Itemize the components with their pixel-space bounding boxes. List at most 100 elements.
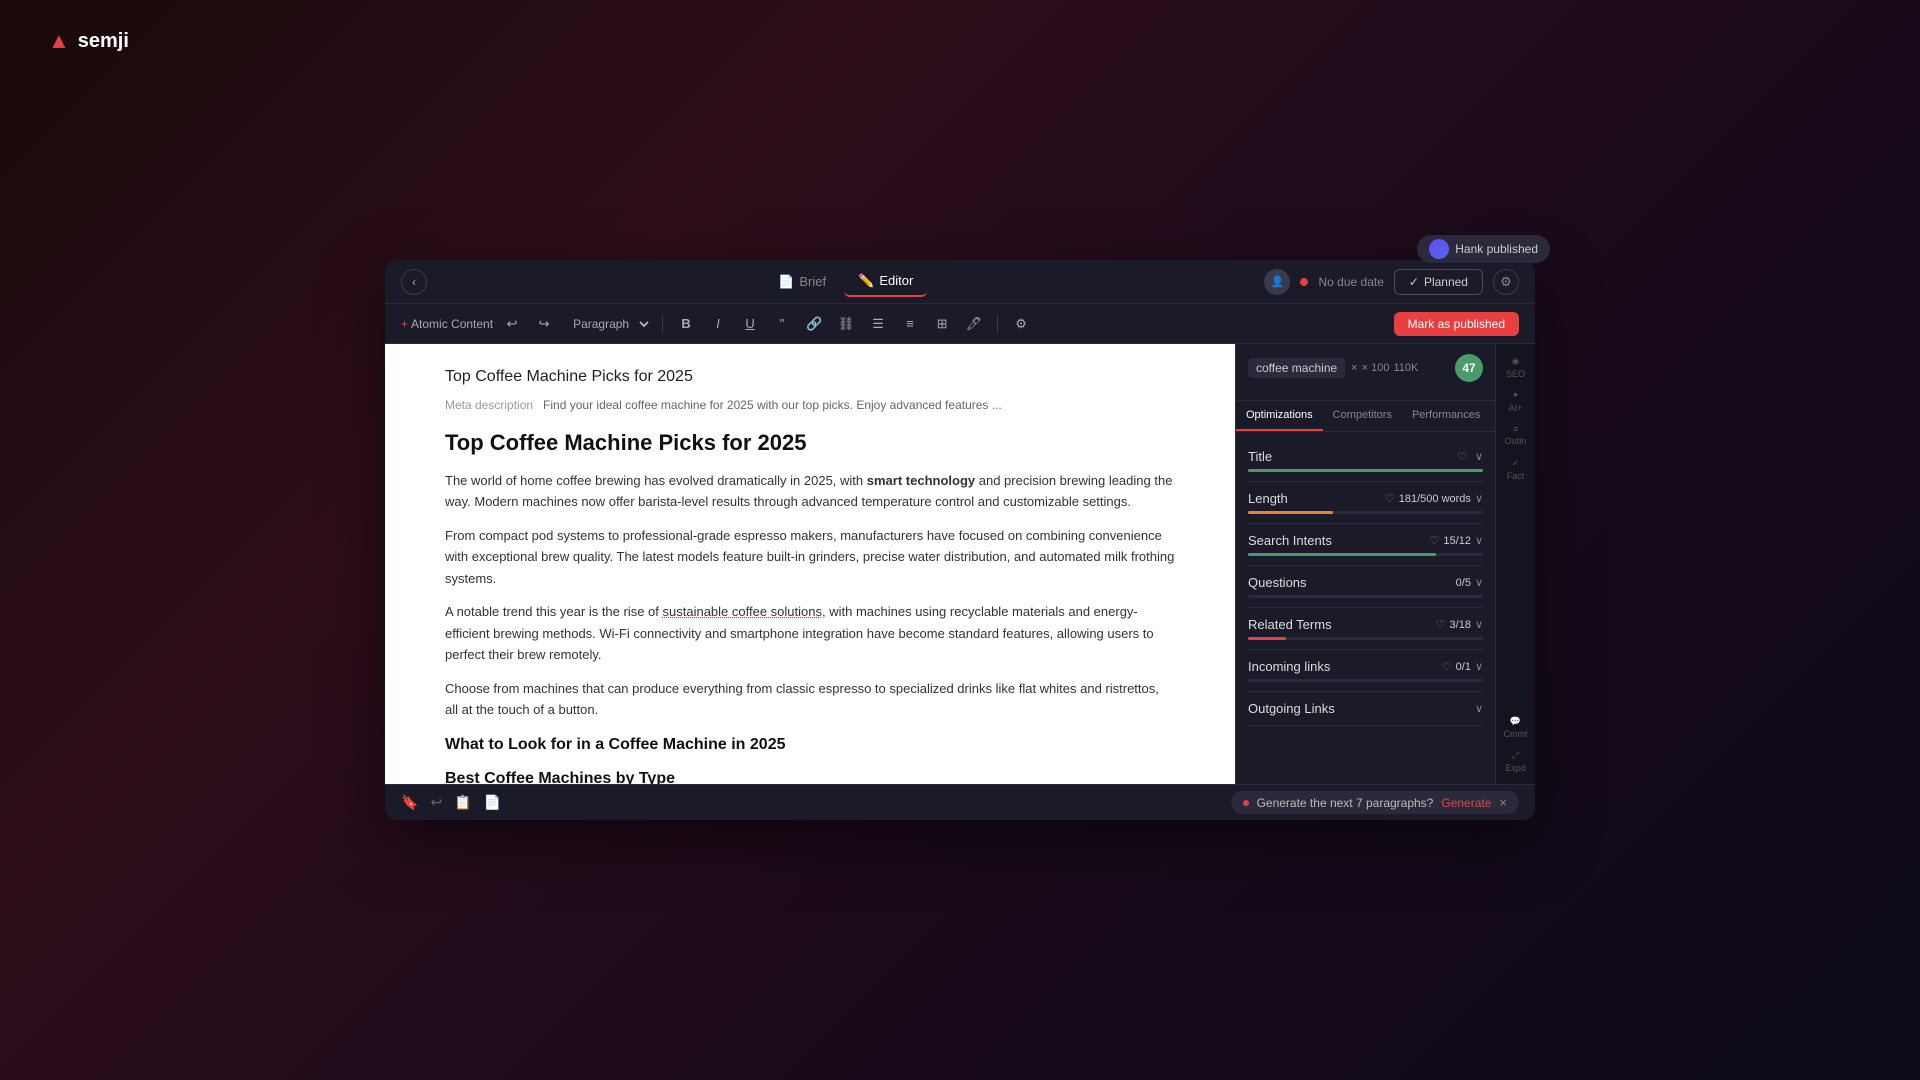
outline-button[interactable]: ≡ Outln <box>1501 420 1531 450</box>
tab-group: 📄 Brief ✏️ Editor <box>764 267 927 297</box>
chevron-icon-5: ∨ <box>1475 618 1483 631</box>
paragraph-3: A notable trend this year is the rise of… <box>445 601 1175 665</box>
editor-area[interactable]: Top Coffee Machine Picks for 2025 Meta d… <box>385 344 1235 784</box>
opt-length-header[interactable]: Length ♡ 181/500 words ∨ <box>1248 491 1483 506</box>
paragraph-1: The world of home coffee brewing has evo… <box>445 470 1175 513</box>
underline-button[interactable]: U <box>737 311 763 337</box>
opt-title-header[interactable]: Title ♡ ∨ <box>1248 449 1483 464</box>
clipboard-icon[interactable]: 📋 <box>454 794 471 811</box>
expand-label: Expd <box>1505 763 1526 773</box>
opt-search-intents-count: 15/12 <box>1443 535 1471 547</box>
bullet-list-button[interactable]: ☰ <box>865 311 891 337</box>
keyword-meta: × × 100 110K <box>1351 362 1418 374</box>
editor-icon: ✏️ <box>858 273 874 289</box>
opt-search-intents-label: Search Intents <box>1248 533 1332 548</box>
opt-search-intents-score: ♡ 15/12 ∨ <box>1430 534 1483 547</box>
ordered-list-button[interactable]: ≡ <box>897 311 923 337</box>
due-date-label: No due date <box>1318 275 1383 289</box>
generate-close-button[interactable]: × <box>1499 795 1507 810</box>
opt-item-incoming-links: Incoming links ♡ 0/1 ∨ <box>1248 650 1483 692</box>
opt-incoming-links-progress-container <box>1248 679 1483 682</box>
bold-button[interactable]: B <box>673 311 699 337</box>
opt-length-count: 181/500 words <box>1399 493 1471 505</box>
generate-link[interactable]: Generate <box>1441 796 1491 810</box>
italic-button[interactable]: I <box>705 311 731 337</box>
paragraph-4: Choose from machines that can produce ev… <box>445 678 1175 721</box>
atomic-content-button[interactable]: + Atomic Content <box>401 317 493 331</box>
opt-search-intents-header[interactable]: Search Intents ♡ 15/12 ∨ <box>1248 533 1483 548</box>
opt-length-progress-container <box>1248 511 1483 514</box>
planned-check-icon: ✓ <box>1409 275 1419 289</box>
opt-length-progress-bar <box>1248 511 1333 514</box>
opt-related-terms-header[interactable]: Related Terms ♡ 3/18 ∨ <box>1248 617 1483 632</box>
ai-edit-button[interactable]: ✦ AI+ <box>1501 386 1531 416</box>
mark-published-button[interactable]: Mark as published <box>1394 312 1519 336</box>
opt-title-score: ♡ ∨ <box>1457 450 1483 463</box>
chevron-icon-6: ∨ <box>1475 660 1483 673</box>
undo-button[interactable]: ↩ <box>499 311 525 337</box>
toolbar-divider-2 <box>997 315 998 333</box>
redo-button[interactable]: ↪ <box>531 311 557 337</box>
tab-brief[interactable]: 📄 Brief <box>764 268 840 296</box>
settings-button[interactable]: ⚙ <box>1493 269 1519 295</box>
settings-inline-button[interactable]: ⚙ <box>1008 311 1034 337</box>
plus-icon: + <box>401 317 408 331</box>
highlight-button[interactable]: 🖊 <box>961 311 987 337</box>
tab-editor[interactable]: ✏️ Editor <box>844 267 927 297</box>
tab-performances[interactable]: Performances <box>1402 401 1490 431</box>
expand-button[interactable]: ⤢ Expd <box>1501 746 1531 776</box>
paragraph-2: From compact pod systems to professional… <box>445 525 1175 589</box>
score-badge: 47 <box>1455 354 1483 382</box>
chevron-icon-2: ∨ <box>1475 492 1483 505</box>
brief-icon: 📄 <box>778 274 794 290</box>
main-window: ‹ 📄 Brief ✏️ Editor 👤 No due date ✓ Plan… <box>385 260 1535 820</box>
generate-text: Generate the next 7 paragraphs? <box>1257 796 1434 810</box>
hank-published-text: Hank published <box>1455 242 1538 256</box>
opt-length-score: ♡ 181/500 words ∨ <box>1385 492 1483 505</box>
opt-outgoing-links-header[interactable]: Outgoing Links ∨ <box>1248 701 1483 716</box>
bottom-bar: 🔖 ↩ 📋 📄 Generate the next 7 paragraphs? … <box>385 784 1535 820</box>
comments-label: Cmmt <box>1504 729 1528 739</box>
section-heading-1: What to Look for in a Coffee Machine in … <box>445 736 1175 754</box>
back-button[interactable]: ‹ <box>401 269 427 295</box>
opt-questions-score: 0/5 ∨ <box>1456 576 1483 589</box>
fact-checking-button[interactable]: ✓ Fact <box>1501 454 1531 484</box>
opt-length-label: Length <box>1248 491 1288 506</box>
opt-outgoing-links-label: Outgoing Links <box>1248 701 1335 716</box>
hank-published-badge: Hank published <box>1417 235 1550 263</box>
fact-check-icon: ✓ <box>1512 458 1520 469</box>
fact-check-label: Fact <box>1507 471 1525 481</box>
table-button[interactable]: ⊞ <box>929 311 955 337</box>
paragraph-style-select[interactable]: Paragraph <box>563 314 652 334</box>
unlink-button[interactable]: ⛓ <box>833 311 859 337</box>
top-bar: ‹ 📄 Brief ✏️ Editor 👤 No due date ✓ Plan… <box>385 260 1535 304</box>
tab-competitors[interactable]: Competitors <box>1323 401 1402 431</box>
tab-optimizations[interactable]: Optimizations <box>1236 401 1323 431</box>
document-icon[interactable]: 📄 <box>484 794 501 811</box>
seo-icon: ◉ <box>1512 356 1520 367</box>
opt-related-terms-count: 3/18 <box>1450 619 1471 631</box>
meta-text: Find your ideal coffee machine for 2025 … <box>543 398 1002 412</box>
opt-incoming-links-header[interactable]: Incoming links ♡ 0/1 ∨ <box>1248 659 1483 674</box>
bookmark-icon[interactable]: 🔖 <box>401 794 418 811</box>
planned-button[interactable]: ✓ Planned <box>1394 269 1483 295</box>
top-bar-left: ‹ <box>401 269 427 295</box>
opt-questions-header[interactable]: Questions 0/5 ∨ <box>1248 575 1483 590</box>
heart-icon-2: ♡ <box>1385 492 1395 505</box>
quote-button[interactable]: " <box>769 311 795 337</box>
opt-incoming-links-count: 0/1 <box>1456 661 1471 673</box>
keyword-chip: coffee machine <box>1248 358 1345 378</box>
ai-edit-icon: ✦ <box>1512 390 1520 401</box>
link-button[interactable]: 🔗 <box>801 311 827 337</box>
sidebar-content: Title ♡ ∨ Length <box>1236 432 1495 784</box>
opt-incoming-links-score: ♡ 0/1 ∨ <box>1442 660 1483 673</box>
user-avatar: 👤 <box>1264 269 1290 295</box>
comments-button[interactable]: 💬 Cmmt <box>1501 712 1531 742</box>
status-dot <box>1300 278 1308 286</box>
seo-panel-button[interactable]: ◉ SEO <box>1501 352 1531 382</box>
chevron-icon-7: ∨ <box>1475 702 1483 715</box>
section-heading-2: Best Coffee Machines by Type <box>445 770 1175 784</box>
chevron-icon-4: ∨ <box>1475 576 1483 589</box>
undo-bottom-icon[interactable]: ↩ <box>430 794 442 811</box>
opt-title-label: Title <box>1248 449 1272 464</box>
